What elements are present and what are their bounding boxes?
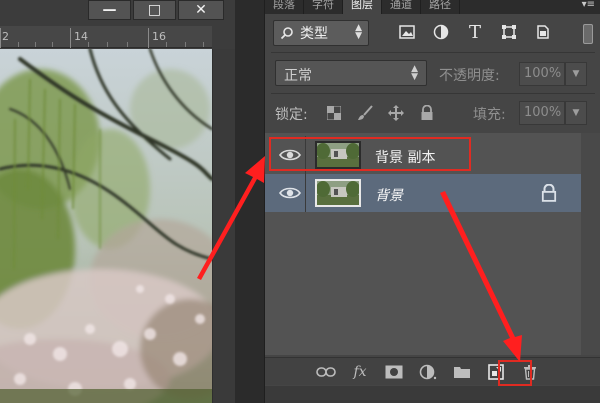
- chevron-down-icon[interactable]: ▼: [565, 101, 587, 125]
- lock-all-icon[interactable]: [418, 104, 436, 122]
- fill-label: 填充:: [473, 107, 506, 123]
- chevron-updown-icon: ▲ ▼: [355, 23, 362, 41]
- ruler-label: 16: [152, 30, 166, 43]
- tab-layers[interactable]: 图层: [343, 0, 382, 14]
- shape-filter-icon[interactable]: [499, 22, 519, 42]
- type-filter-icon[interactable]: T: [465, 22, 485, 43]
- adjustment-icon[interactable]: [411, 360, 445, 384]
- lock-label: 锁定:: [275, 107, 308, 123]
- tab-paths[interactable]: 路径: [421, 0, 460, 14]
- lock-icons: [325, 104, 436, 122]
- filter-icons: T: [397, 22, 553, 43]
- document-window: — □ ✕ 2 14 16: [0, 0, 235, 403]
- horizontal-ruler: 2 14 16: [0, 26, 212, 48]
- opacity-label: 不透明度:: [439, 68, 500, 84]
- ruler-label: 2: [2, 30, 9, 43]
- tab-channels[interactable]: 通道: [382, 0, 421, 14]
- fx-icon[interactable]: fx: [343, 360, 377, 384]
- ruler-major-tick: [70, 28, 71, 48]
- lock-pixels-brush-icon[interactable]: [356, 104, 374, 122]
- chevron-down-icon[interactable]: ▼: [565, 62, 587, 86]
- ruler-label: 14: [74, 30, 88, 43]
- annotation-highlight-new-layer: [498, 360, 532, 386]
- layer-row-background[interactable]: 背景: [265, 174, 581, 212]
- visibility-eye-icon[interactable]: [279, 184, 301, 202]
- annotation-highlight-layer: [269, 137, 471, 171]
- filter-label: 类型: [300, 26, 328, 42]
- document-canvas[interactable]: [0, 49, 212, 403]
- layers-scrollbar[interactable]: [581, 133, 600, 355]
- close-button[interactable]: ✕: [178, 0, 224, 20]
- layer-filter-select[interactable]: 类型 ▲ ▼: [273, 20, 369, 46]
- blend-mode-select[interactable]: 正常 ▲ ▼: [275, 60, 427, 86]
- layers-bottom-toolbar: fx: [265, 357, 600, 385]
- minimize-button[interactable]: —: [88, 0, 131, 20]
- link-icon[interactable]: [309, 360, 343, 384]
- panel-tabs: 段落 字符 图层 通道 路径 ▾≡: [265, 0, 600, 14]
- search-icon: [280, 27, 293, 40]
- blend-mode-value: 正常: [284, 68, 312, 84]
- photo-willow-blossom: [0, 49, 212, 403]
- lock-position-move-icon[interactable]: [387, 104, 405, 122]
- lock-icon: [541, 184, 557, 202]
- ruler-major-tick: [0, 28, 1, 48]
- tab-paragraph[interactable]: 段落: [265, 0, 304, 14]
- adjustment-filter-icon[interactable]: [431, 22, 451, 42]
- lock-transparency-icon[interactable]: [325, 104, 343, 122]
- vertical-scrollbar[interactable]: [212, 49, 235, 403]
- panel-footer: [265, 386, 600, 403]
- window-controls: — □ ✕: [88, 0, 224, 22]
- fill-input[interactable]: 100%: [519, 101, 565, 125]
- mask-icon[interactable]: [377, 360, 411, 384]
- panel-splitter: [235, 0, 264, 403]
- image-filter-icon[interactable]: [397, 22, 417, 42]
- smart-object-filter-icon[interactable]: [533, 22, 553, 42]
- filter-toggle-switch[interactable]: [583, 24, 593, 44]
- opacity-input[interactable]: 100%: [519, 62, 565, 86]
- ruler-major-tick: [148, 28, 149, 48]
- panel-menu-icon[interactable]: ▾≡: [576, 0, 600, 14]
- folder-icon[interactable]: [445, 360, 479, 384]
- layer-name: 背景: [375, 188, 403, 204]
- tab-character[interactable]: 字符: [304, 0, 343, 14]
- chevron-updown-icon: ▲ ▼: [411, 64, 418, 82]
- maximize-button[interactable]: □: [133, 0, 176, 20]
- layer-thumbnail: [315, 179, 361, 207]
- layers-panel: 段落 字符 图层 通道 路径 ▾≡ 类型 ▲ ▼ T 正常 ▲ ▼ 不透明度: …: [264, 0, 600, 403]
